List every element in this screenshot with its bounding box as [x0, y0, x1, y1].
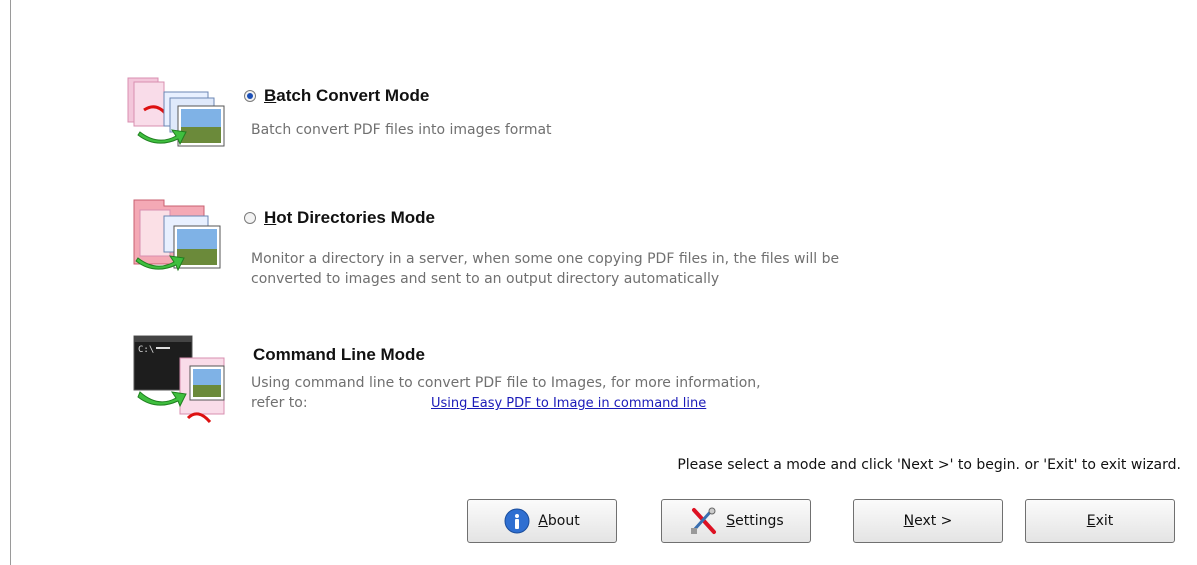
instruction-text: Please select a mode and click 'Next >' … — [677, 457, 1181, 473]
about-label: About — [538, 513, 580, 529]
about-button[interactable]: About — [467, 499, 617, 543]
hot-directories-description-line2: converted to images and sent to an outpu… — [251, 271, 720, 287]
batch-convert-option[interactable]: Batch Convert Mode — [244, 86, 429, 106]
exit-button[interactable]: Exit — [1025, 499, 1175, 543]
exit-label: Exit — [1086, 513, 1114, 529]
command-line-description-line1: Using command line to convert PDF file t… — [251, 375, 761, 391]
hot-directories-option[interactable]: Hot Directories Mode — [244, 208, 435, 228]
info-icon — [504, 508, 530, 534]
batch-convert-title[interactable]: Batch Convert Mode — [264, 86, 429, 106]
command-line-icon: C:\ — [132, 334, 240, 434]
svg-text:C:\: C:\ — [138, 345, 154, 355]
cropped-heading — [36, 0, 556, 5]
hot-directories-radio[interactable] — [244, 212, 256, 224]
command-line-description-line2: refer to: Using Easy PDF to Image in comm… — [251, 393, 761, 414]
next-button[interactable]: Next > — [853, 499, 1003, 543]
next-label: Next > — [903, 513, 953, 529]
batch-convert-icon — [124, 74, 232, 174]
command-line-title: Command Line Mode — [253, 345, 425, 364]
tools-icon — [688, 506, 718, 536]
batch-convert-description: Batch convert PDF files into images form… — [251, 122, 552, 138]
command-line-help-link[interactable]: Using Easy PDF to Image in command line — [431, 396, 706, 411]
command-line-description: Using command line to convert PDF file t… — [251, 373, 761, 414]
window-left-border — [10, 0, 11, 565]
hot-directories-title[interactable]: Hot Directories Mode — [264, 208, 435, 228]
hot-directories-description-line1: Monitor a directory in a server, when so… — [251, 251, 840, 267]
hot-directories-description: Monitor a directory in a server, when so… — [251, 249, 839, 289]
settings-label: Settings — [726, 513, 784, 529]
refer-to-label: refer to: — [251, 395, 308, 411]
hot-directories-icon — [124, 196, 232, 296]
settings-button[interactable]: Settings — [661, 499, 811, 543]
batch-convert-radio[interactable] — [244, 90, 256, 102]
